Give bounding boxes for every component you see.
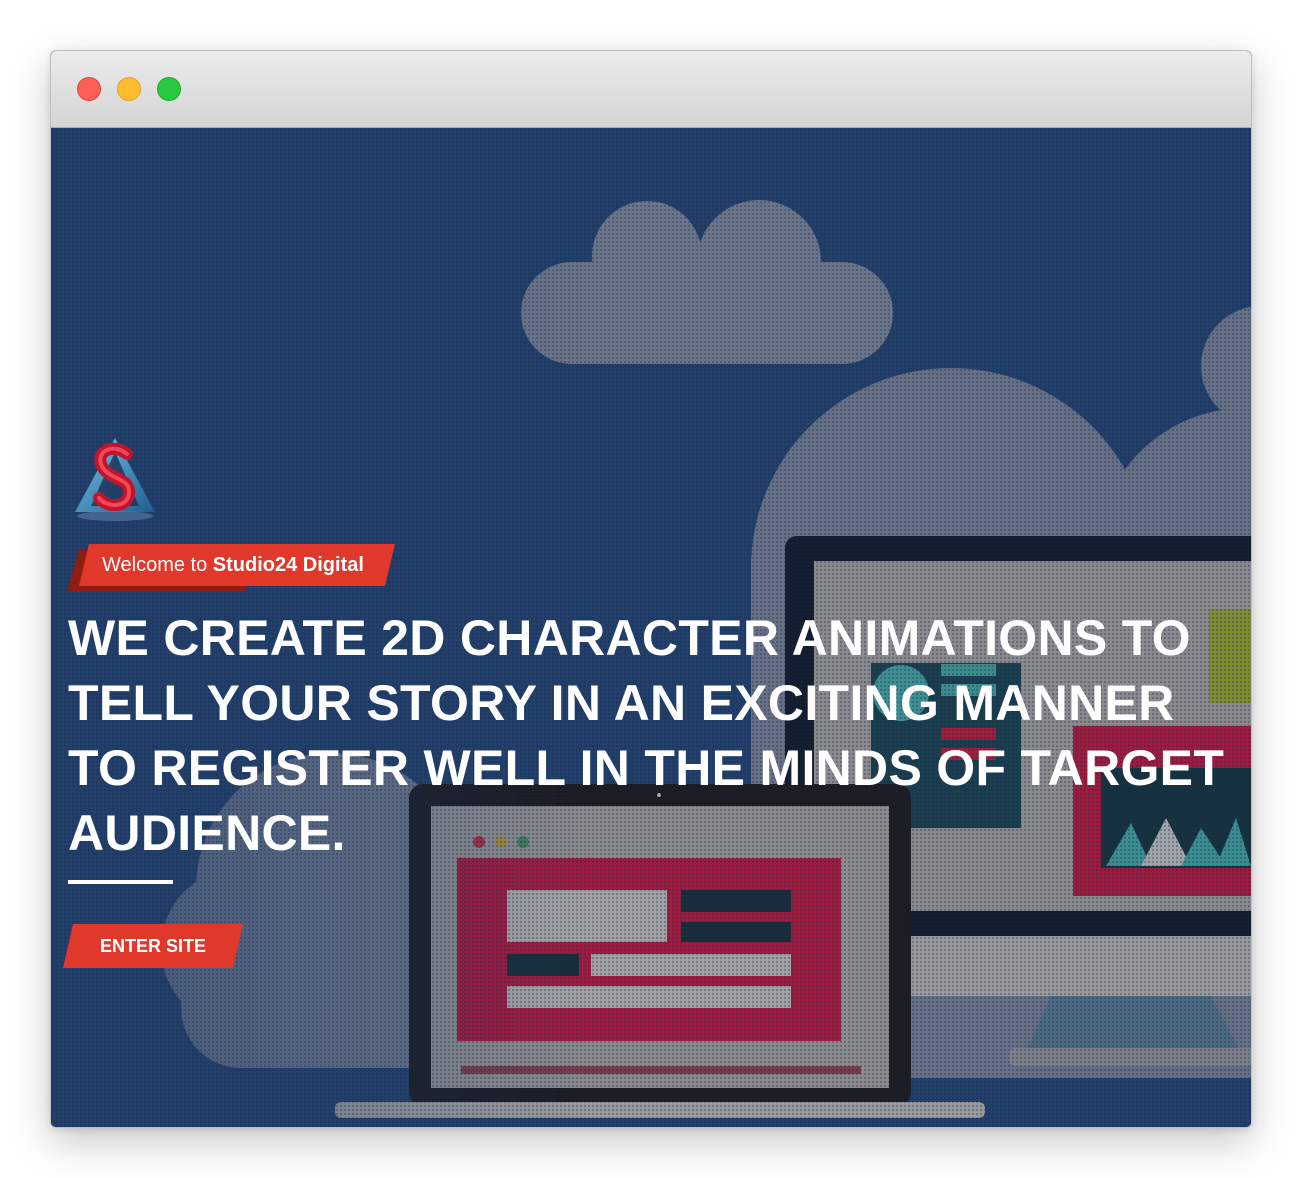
welcome-brand: Studio24 Digital xyxy=(212,554,364,576)
hero-section: Welcome to Studio24 Digital WE CREATE 2D… xyxy=(51,128,1251,1127)
headline-underline xyxy=(68,880,173,884)
close-button[interactable] xyxy=(77,77,101,101)
hero-headline: WE CREATE 2D CHARACTER ANIMATIONS TO TEL… xyxy=(68,610,1225,861)
enter-site-button[interactable]: ENTER SITE xyxy=(63,924,243,968)
minimize-button[interactable] xyxy=(117,77,141,101)
studio24-logo-icon xyxy=(75,438,155,521)
maximize-button[interactable] xyxy=(157,77,181,101)
browser-window: Welcome to Studio24 Digital WE CREATE 2D… xyxy=(50,50,1252,1128)
welcome-banner: Welcome to Studio24 Digital xyxy=(67,544,397,592)
welcome-prefix: Welcome to xyxy=(102,554,208,576)
welcome-banner-label: Welcome to Studio24 Digital xyxy=(79,544,395,586)
window-titlebar xyxy=(51,51,1251,128)
